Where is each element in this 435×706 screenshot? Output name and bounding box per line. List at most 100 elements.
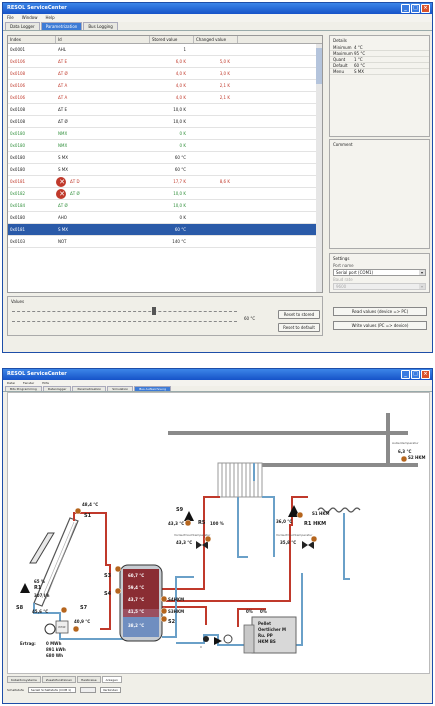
column-header-index[interactable]: Index	[8, 36, 56, 43]
values-title: Values	[11, 299, 25, 304]
table-row[interactable]: 0x0180 S MX 60 °C	[8, 152, 322, 164]
window-title: RESOL ServiceCenter	[7, 5, 67, 11]
table-row[interactable]: 0x0184 ΔT Ø 10,0 K	[8, 200, 322, 212]
table-row[interactable]: 0x0108 ΔT E 10,0 K	[8, 104, 322, 116]
tab-bus-logging[interactable]: Bus Logging	[83, 22, 118, 30]
tab-parametrisation[interactable]: Parametrisation	[72, 386, 107, 391]
tab-simulation[interactable]: Simulation	[107, 386, 134, 391]
table-row[interactable]: 0x0108 ΔT Ø 10,0 K	[8, 116, 322, 128]
values-panel: Values 60 °C Reset to stored Reset to de…	[7, 296, 323, 336]
tab-datenlogger[interactable]: Datenlogger	[42, 386, 72, 391]
minimize-icon[interactable]: _	[401, 4, 410, 13]
port-select[interactable]: Seriell Schaltstufe (COM 1)	[27, 686, 76, 693]
menu-bar: File Window Help	[3, 14, 432, 22]
connect-button[interactable]: Verbinden	[99, 686, 122, 693]
column-header-stored-value[interactable]: Stored value	[150, 36, 194, 43]
cell-index: 0x0108	[10, 119, 26, 124]
status-label: Schaltstufe	[7, 687, 24, 692]
cell-id: ΔT Ø	[58, 71, 68, 76]
column-header-id[interactable]: Id	[56, 36, 150, 43]
connection-bar: Schaltstufe Seriell Schaltstufe (COM 1) …	[7, 685, 427, 694]
tank-temp-1: 60,7 °C	[128, 573, 145, 578]
cell-changed-value	[194, 212, 238, 223]
cell-id: ΔT A	[58, 83, 68, 88]
s7-label: S7	[80, 605, 88, 611]
baud-rate-value: 9600	[336, 284, 347, 289]
cell-changed-value	[194, 44, 238, 55]
close-icon[interactable]: ×	[421, 370, 430, 379]
table-row[interactable]: 0x0180 NMX 0 K	[8, 128, 322, 140]
pump-r5-icon	[184, 511, 194, 521]
r1-flow: 307 l/h	[34, 593, 50, 598]
cell-index: 0x0182	[10, 191, 26, 196]
menu-help[interactable]: Help	[45, 14, 54, 22]
cell-id: ΔT E	[58, 59, 67, 64]
table-row[interactable]: 0x0180 NMX 0 K	[8, 140, 322, 152]
table-row[interactable]: 0x0182 ΔT Ø 10,0 K ✕	[8, 188, 322, 200]
table-row[interactable]: 0x0001 AHL 1	[8, 44, 322, 56]
s8-temp: 45,6 °C	[32, 609, 49, 614]
tab-zusatzfunktionen[interactable]: Zusatzfunktionen	[41, 676, 77, 683]
table-row[interactable]: 0x0108 ΔT Ø 4,0 K 3,0 K	[8, 68, 322, 80]
cell-id: S MX	[58, 155, 69, 160]
cell-index: 0x0180	[10, 167, 26, 172]
value-slider-track-2[interactable]	[12, 316, 237, 322]
boiler-pct-1: 0%	[246, 609, 253, 614]
value-slider-track-1[interactable]	[12, 306, 237, 315]
table-row[interactable]: 0x0106 ΔT E 6,0 K 5,0 K	[8, 56, 322, 68]
cell-stored-value: 10,0 K	[173, 119, 186, 124]
s4hkm-label: S4HKM	[168, 597, 185, 602]
port-name-select[interactable]: Serial port (COM1) ▾	[333, 269, 426, 276]
table-row[interactable]: 0x0106 ΔT A 4,0 K 2,1 K	[8, 92, 322, 104]
cell-index: 0x0106	[10, 59, 26, 64]
tab-bus-aufzeichnung[interactable]: Bus Aufzeichnung	[134, 386, 172, 391]
s4-label: S4	[104, 591, 112, 597]
tab-parametrization[interactable]: Parametrization	[40, 22, 83, 30]
slider-thumb[interactable]	[152, 307, 156, 315]
s1-temp: 48,4 °C	[82, 502, 99, 507]
tab-data-logger[interactable]: Data Logger	[5, 22, 40, 30]
menu-window[interactable]: Window	[22, 14, 38, 22]
details-value: 4 °C	[354, 45, 363, 50]
baud-select-disabled[interactable]	[79, 686, 96, 693]
scrollbar-thumb[interactable]	[316, 48, 322, 84]
baud-rate-select[interactable]: 9600 ▾	[333, 283, 426, 290]
error-icon: ✕	[56, 189, 66, 199]
reset-to-default-button[interactable]: Reset to default	[278, 323, 320, 332]
left-mix-label: Vorlaufmischtemperatur	[174, 533, 211, 537]
details-value: 1 °C	[354, 57, 363, 62]
table-row[interactable]: 0x0180 AHO 0 K	[8, 212, 322, 224]
cell-changed-value: 3,0 K	[219, 71, 230, 76]
cell-index: 0x0108	[10, 107, 26, 112]
cell-changed-value: 2,1 K	[219, 83, 230, 88]
details-value: 60 °C	[354, 63, 366, 68]
table-row[interactable]: 0x0106 ΔT A 4,0 K 2,1 K	[8, 80, 322, 92]
reset-to-stored-button[interactable]: Reset to stored	[278, 310, 320, 319]
cell-id: NMX	[58, 131, 68, 136]
details-list: Minimum 4 °C Maximum 95 °C Quant 1 °C Default 6…	[330, 45, 429, 75]
table-row[interactable]: 0x0103 NOT 140 °C	[8, 236, 322, 248]
table-row[interactable]: 0x0181 ΔT D 17,7 K 8,6 K ✕	[8, 176, 322, 188]
tab-heizkreise[interactable]: Heizkreise	[77, 676, 101, 683]
tank-temp-4: 41,5 °C	[128, 609, 145, 614]
tab-bits-programming[interactable]: Bits Programming	[5, 386, 42, 391]
maximize-icon[interactable]: □	[411, 370, 420, 379]
tab-anlagen[interactable]: Anlagen	[101, 676, 122, 683]
chevron-down-icon[interactable]: ▾	[419, 270, 425, 275]
read-values-button[interactable]: Read values (device => PC)	[333, 307, 427, 316]
tab-kollektorsysteme[interactable]: Kollektorsysteme	[7, 676, 41, 683]
maximize-icon[interactable]: □	[411, 4, 420, 13]
menu-file[interactable]: File	[7, 14, 14, 22]
close-icon[interactable]: ×	[421, 4, 430, 13]
cell-changed-value	[194, 152, 238, 163]
ertrag-mwh: 0 MWh	[46, 641, 62, 646]
tank-temp-5: 38,2 °C	[128, 623, 145, 628]
column-header-changed-value[interactable]: Changed value	[194, 36, 238, 43]
table-row[interactable]: 0x0181 S MX 60 °C	[8, 224, 322, 236]
table-row[interactable]: 0x0180 S MX 60 °C	[8, 164, 322, 176]
details-key: Menu	[333, 69, 344, 74]
minimize-icon[interactable]: _	[401, 370, 410, 379]
write-values-button[interactable]: Write values (PC => device)	[333, 321, 427, 330]
table-scrollbar[interactable]	[316, 44, 322, 292]
chevron-down-icon[interactable]: ▾	[419, 284, 425, 289]
